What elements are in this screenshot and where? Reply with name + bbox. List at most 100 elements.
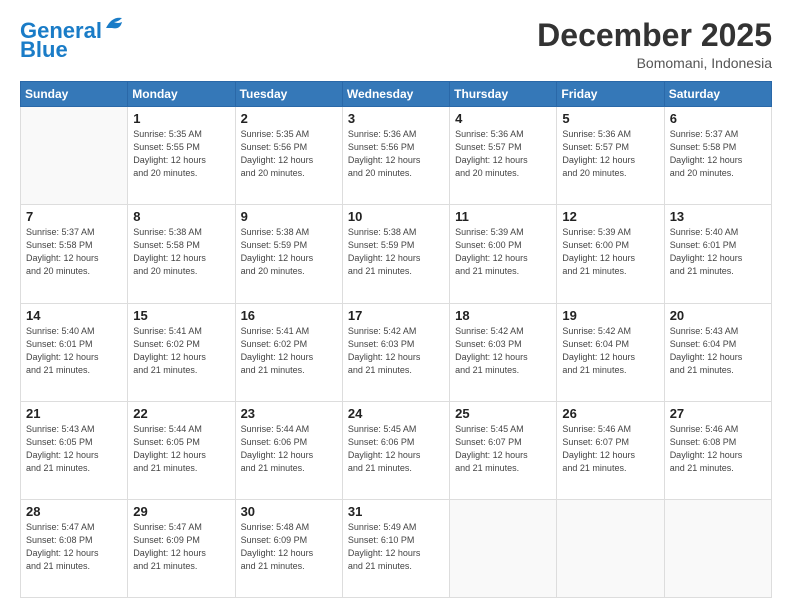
calendar-cell: 23 Sunrise: 5:44 AM Sunset: 6:06 PM Dayli… xyxy=(235,401,342,499)
calendar-cell: 14 Sunrise: 5:40 AM Sunset: 6:01 PM Dayli… xyxy=(21,303,128,401)
day-number: 26 xyxy=(562,406,658,421)
day-info: Sunrise: 5:39 AM Sunset: 6:00 PM Dayligh… xyxy=(562,226,658,278)
day-info: Sunrise: 5:44 AM Sunset: 6:06 PM Dayligh… xyxy=(241,423,337,475)
location: Bomomani, Indonesia xyxy=(537,55,772,71)
calendar-cell: 21 Sunrise: 5:43 AM Sunset: 6:05 PM Dayli… xyxy=(21,401,128,499)
week-row-2: 7 Sunrise: 5:37 AM Sunset: 5:58 PM Daylig… xyxy=(21,205,772,303)
day-number: 2 xyxy=(241,111,337,126)
day-number: 10 xyxy=(348,209,444,224)
calendar-cell: 13 Sunrise: 5:40 AM Sunset: 6:01 PM Dayli… xyxy=(664,205,771,303)
day-info: Sunrise: 5:45 AM Sunset: 6:06 PM Dayligh… xyxy=(348,423,444,475)
week-row-4: 21 Sunrise: 5:43 AM Sunset: 6:05 PM Dayli… xyxy=(21,401,772,499)
calendar-cell: 29 Sunrise: 5:47 AM Sunset: 6:09 PM Dayli… xyxy=(128,499,235,597)
day-number: 9 xyxy=(241,209,337,224)
day-info: Sunrise: 5:46 AM Sunset: 6:07 PM Dayligh… xyxy=(562,423,658,475)
day-info: Sunrise: 5:39 AM Sunset: 6:00 PM Dayligh… xyxy=(455,226,551,278)
day-number: 15 xyxy=(133,308,229,323)
day-info: Sunrise: 5:42 AM Sunset: 6:03 PM Dayligh… xyxy=(455,325,551,377)
calendar-cell: 27Sunrise: 5:46 AM Sunset: 6:08 PM Dayli… xyxy=(664,401,771,499)
calendar-cell: 28Sunrise: 5:47 AM Sunset: 6:08 PM Dayli… xyxy=(21,499,128,597)
day-number: 8 xyxy=(133,209,229,224)
day-number: 25 xyxy=(455,406,551,421)
day-header-wednesday: Wednesday xyxy=(342,82,449,107)
day-info: Sunrise: 5:40 AM Sunset: 6:01 PM Dayligh… xyxy=(670,226,766,278)
day-header-monday: Monday xyxy=(128,82,235,107)
calendar-cell: 6Sunrise: 5:37 AM Sunset: 5:58 PM Daylig… xyxy=(664,107,771,205)
day-number: 4 xyxy=(455,111,551,126)
week-row-1: 1Sunrise: 5:35 AM Sunset: 5:55 PM Daylig… xyxy=(21,107,772,205)
day-info: Sunrise: 5:44 AM Sunset: 6:05 PM Dayligh… xyxy=(133,423,229,475)
calendar-cell xyxy=(557,499,664,597)
logo-blue: Blue xyxy=(20,39,68,61)
day-number: 22 xyxy=(133,406,229,421)
calendar-cell: 7 Sunrise: 5:37 AM Sunset: 5:58 PM Daylig… xyxy=(21,205,128,303)
day-number: 7 xyxy=(26,209,122,224)
calendar-cell: 18 Sunrise: 5:42 AM Sunset: 6:03 PM Dayli… xyxy=(450,303,557,401)
day-info: Sunrise: 5:37 AM Sunset: 5:58 PM Dayligh… xyxy=(26,226,122,278)
calendar-cell: 15Sunrise: 5:41 AM Sunset: 6:02 PM Dayli… xyxy=(128,303,235,401)
day-info: Sunrise: 5:45 AM Sunset: 6:07 PM Dayligh… xyxy=(455,423,551,475)
calendar-cell: 24 Sunrise: 5:45 AM Sunset: 6:06 PM Dayli… xyxy=(342,401,449,499)
calendar-cell: 4Sunrise: 5:36 AM Sunset: 5:57 PM Daylig… xyxy=(450,107,557,205)
calendar-cell: 19 Sunrise: 5:42 AM Sunset: 6:04 PM Dayli… xyxy=(557,303,664,401)
day-info: Sunrise: 5:35 AM Sunset: 5:56 PM Dayligh… xyxy=(241,128,337,180)
day-header-thursday: Thursday xyxy=(450,82,557,107)
calendar-cell: 26 Sunrise: 5:46 AM Sunset: 6:07 PM Dayli… xyxy=(557,401,664,499)
month-title: December 2025 xyxy=(537,18,772,53)
calendar-cell: 1Sunrise: 5:35 AM Sunset: 5:55 PM Daylig… xyxy=(128,107,235,205)
calendar-cell: 22 Sunrise: 5:44 AM Sunset: 6:05 PM Dayli… xyxy=(128,401,235,499)
day-number: 31 xyxy=(348,504,444,519)
day-number: 28 xyxy=(26,504,122,519)
day-info: Sunrise: 5:48 AM Sunset: 6:09 PM Dayligh… xyxy=(241,521,337,573)
calendar-table: SundayMondayTuesdayWednesdayThursdayFrid… xyxy=(20,81,772,598)
day-number: 20 xyxy=(670,308,766,323)
day-info: Sunrise: 5:42 AM Sunset: 6:03 PM Dayligh… xyxy=(348,325,444,377)
day-info: Sunrise: 5:47 AM Sunset: 6:09 PM Dayligh… xyxy=(133,521,229,573)
week-row-5: 28Sunrise: 5:47 AM Sunset: 6:08 PM Dayli… xyxy=(21,499,772,597)
day-header-friday: Friday xyxy=(557,82,664,107)
calendar-cell: 31 Sunrise: 5:49 AM Sunset: 6:10 PM Dayli… xyxy=(342,499,449,597)
day-header-saturday: Saturday xyxy=(664,82,771,107)
calendar-cell: 17 Sunrise: 5:42 AM Sunset: 6:03 PM Dayli… xyxy=(342,303,449,401)
day-info: Sunrise: 5:42 AM Sunset: 6:04 PM Dayligh… xyxy=(562,325,658,377)
calendar-body: 1Sunrise: 5:35 AM Sunset: 5:55 PM Daylig… xyxy=(21,107,772,598)
day-info: Sunrise: 5:43 AM Sunset: 6:05 PM Dayligh… xyxy=(26,423,122,475)
calendar-cell: 20 Sunrise: 5:43 AM Sunset: 6:04 PM Dayli… xyxy=(664,303,771,401)
calendar-cell: 11 Sunrise: 5:39 AM Sunset: 6:00 PM Dayli… xyxy=(450,205,557,303)
page: General Blue December 2025 Bomomani, Ind… xyxy=(0,0,792,612)
calendar-cell: 16 Sunrise: 5:41 AM Sunset: 6:02 PM Dayli… xyxy=(235,303,342,401)
day-info: Sunrise: 5:36 AM Sunset: 5:56 PM Dayligh… xyxy=(348,128,444,180)
day-number: 23 xyxy=(241,406,337,421)
day-number: 17 xyxy=(348,308,444,323)
day-number: 30 xyxy=(241,504,337,519)
day-info: Sunrise: 5:36 AM Sunset: 5:57 PM Dayligh… xyxy=(562,128,658,180)
day-number: 11 xyxy=(455,209,551,224)
day-number: 13 xyxy=(670,209,766,224)
calendar-header-row: SundayMondayTuesdayWednesdayThursdayFrid… xyxy=(21,82,772,107)
calendar-cell: 25 Sunrise: 5:45 AM Sunset: 6:07 PM Dayli… xyxy=(450,401,557,499)
day-header-sunday: Sunday xyxy=(21,82,128,107)
day-number: 21 xyxy=(26,406,122,421)
day-info: Sunrise: 5:37 AM Sunset: 5:58 PM Dayligh… xyxy=(670,128,766,180)
day-info: Sunrise: 5:49 AM Sunset: 6:10 PM Dayligh… xyxy=(348,521,444,573)
day-header-tuesday: Tuesday xyxy=(235,82,342,107)
day-number: 19 xyxy=(562,308,658,323)
week-row-3: 14 Sunrise: 5:40 AM Sunset: 6:01 PM Dayli… xyxy=(21,303,772,401)
day-number: 16 xyxy=(241,308,337,323)
day-info: Sunrise: 5:40 AM Sunset: 6:01 PM Dayligh… xyxy=(26,325,122,377)
day-info: Sunrise: 5:41 AM Sunset: 6:02 PM Dayligh… xyxy=(241,325,337,377)
day-info: Sunrise: 5:38 AM Sunset: 5:58 PM Dayligh… xyxy=(133,226,229,278)
calendar-cell xyxy=(664,499,771,597)
calendar-cell: 2 Sunrise: 5:35 AM Sunset: 5:56 PM Daylig… xyxy=(235,107,342,205)
calendar-cell: 3 Sunrise: 5:36 AM Sunset: 5:56 PM Daylig… xyxy=(342,107,449,205)
day-number: 14 xyxy=(26,308,122,323)
day-number: 3 xyxy=(348,111,444,126)
calendar-cell: 10Sunrise: 5:38 AM Sunset: 5:59 PM Dayli… xyxy=(342,205,449,303)
day-number: 24 xyxy=(348,406,444,421)
day-number: 18 xyxy=(455,308,551,323)
day-info: Sunrise: 5:35 AM Sunset: 5:55 PM Dayligh… xyxy=(133,128,229,180)
calendar-cell: 12Sunrise: 5:39 AM Sunset: 6:00 PM Dayli… xyxy=(557,205,664,303)
day-number: 29 xyxy=(133,504,229,519)
day-info: Sunrise: 5:43 AM Sunset: 6:04 PM Dayligh… xyxy=(670,325,766,377)
calendar-cell: 30 Sunrise: 5:48 AM Sunset: 6:09 PM Dayli… xyxy=(235,499,342,597)
